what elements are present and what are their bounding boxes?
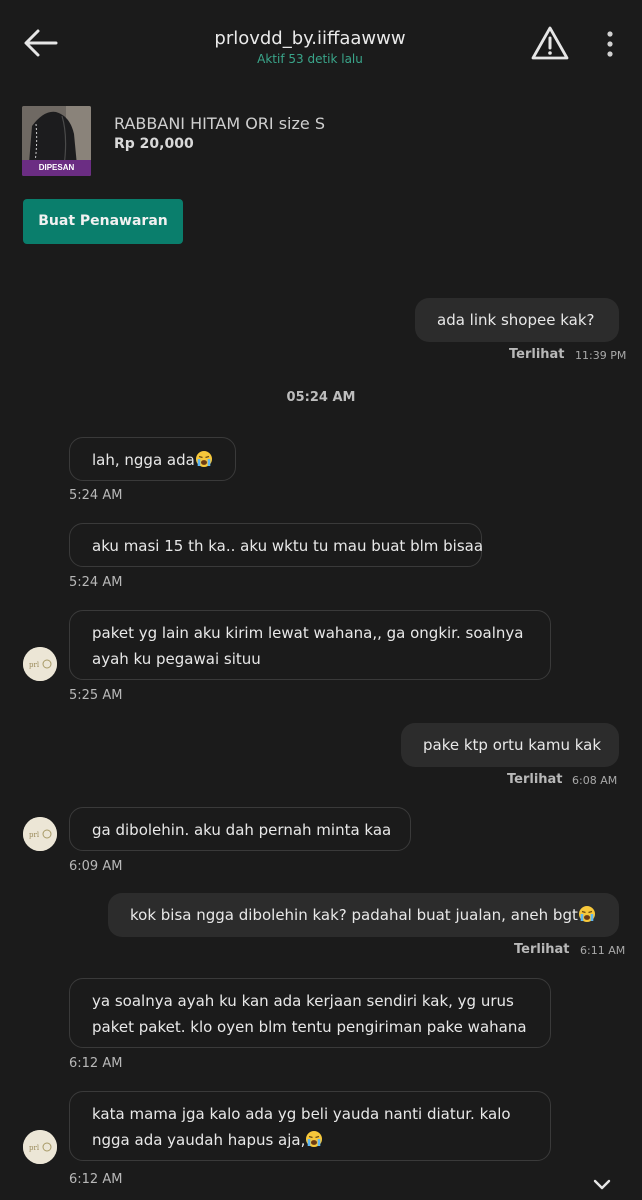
message-time: 6:12 AM [69, 1172, 123, 1187]
message-time: 5:24 AM [69, 575, 123, 590]
message-text: lah, ngga ada [92, 451, 195, 469]
message-text-line: ayah ku pegawai situu [92, 650, 261, 668]
warning-icon [531, 26, 569, 60]
back-arrow-icon [24, 29, 58, 57]
incoming-message[interactable]: kata mama jga kalo ada yg beli yauda nan… [69, 1091, 551, 1161]
crying-face-icon [306, 1131, 323, 1147]
message-time: 6:12 AM [69, 1056, 123, 1071]
svg-text:prl: prl [29, 661, 40, 669]
message-text: aku masi 15 th ka.. aku wktu tu mau buat… [92, 537, 484, 555]
incoming-message[interactable]: paket yg lain aku kirim lewat wahana,, g… [69, 610, 551, 680]
message-time: 6:11 AM [580, 944, 626, 957]
more-vertical-icon [607, 31, 613, 57]
message-time: 6:09 AM [69, 859, 123, 874]
message-text-line: ya soalnya ayah ku kan ada kerjaan sendi… [92, 992, 514, 1010]
crying-face-icon [195, 451, 212, 467]
message-text: ada link shopee kak? [437, 311, 595, 329]
message-time: 5:24 AM [69, 488, 123, 503]
chat-title: prlovdd_by.iiffaawww [214, 28, 406, 49]
message-time: 6:08 AM [572, 774, 618, 787]
svg-text:prl: prl [29, 831, 40, 839]
seen-label: Terlihat [509, 347, 565, 362]
svg-text:prl: prl [29, 1144, 40, 1152]
chevron-down-icon [593, 1179, 611, 1190]
chat-title-area[interactable]: prlovdd_by.iiffaawww Aktif 53 detik lalu [140, 28, 480, 67]
ordered-badge: DIPESAN [22, 160, 91, 176]
sender-avatar[interactable]: prl [23, 647, 57, 681]
message-text: ga dibolehin. aku dah pernah minta kaa [92, 821, 392, 839]
report-button[interactable] [530, 24, 570, 62]
more-options-button[interactable] [600, 28, 620, 60]
product-name: RABBANI HITAM ORI size S [114, 114, 325, 133]
incoming-message[interactable]: lah, ngga ada [69, 437, 236, 481]
incoming-message[interactable]: aku masi 15 th ka.. aku wktu tu mau buat… [69, 523, 484, 567]
chat-header: prlovdd_by.iiffaawww Aktif 53 detik lalu [0, 0, 642, 88]
sender-avatar[interactable]: prl [23, 1130, 57, 1164]
seen-label: Terlihat [507, 772, 563, 787]
message-text-line: paket paket. klo oyen blm tentu pengirim… [92, 1018, 527, 1036]
online-status: Aktif 53 detik lalu [257, 52, 363, 66]
product-thumbnail: DIPESAN [22, 106, 91, 176]
crying-face-icon [578, 906, 595, 922]
back-button[interactable] [22, 26, 60, 60]
message-text-line: kata mama jga kalo ada yg beli yauda nan… [92, 1105, 511, 1123]
message-text: kok bisa ngga dibolehin kak? padahal bua… [130, 906, 578, 924]
product-price: Rp 20,000 [114, 136, 194, 152]
sender-avatar[interactable]: prl [23, 817, 57, 851]
message-time: 5:25 AM [69, 688, 123, 703]
make-offer-button[interactable]: Buat Penawaran [23, 199, 183, 244]
message-time: 11:39 PM [575, 349, 627, 362]
seen-label: Terlihat [514, 942, 570, 957]
time-divider: 05:24 AM [286, 390, 356, 405]
outgoing-message[interactable]: ada link shopee kak? [415, 298, 619, 342]
product-card[interactable]: DIPESAN RABBANI HITAM ORI size S Rp 20,0… [22, 106, 622, 178]
message-text: pake ktp ortu kamu kak [423, 736, 602, 754]
incoming-message[interactable]: ya soalnya ayah ku kan ada kerjaan sendi… [69, 978, 551, 1048]
outgoing-message[interactable]: pake ktp ortu kamu kak [401, 723, 619, 767]
incoming-message[interactable]: ga dibolehin. aku dah pernah minta kaa [69, 807, 411, 851]
outgoing-message[interactable]: kok bisa ngga dibolehin kak? padahal bua… [108, 893, 619, 937]
message-text-line: paket yg lain aku kirim lewat wahana,, g… [92, 624, 524, 642]
scroll-to-bottom-button[interactable] [590, 1174, 614, 1196]
message-text-line: ngga ada yaudah hapus aja, [92, 1127, 528, 1153]
